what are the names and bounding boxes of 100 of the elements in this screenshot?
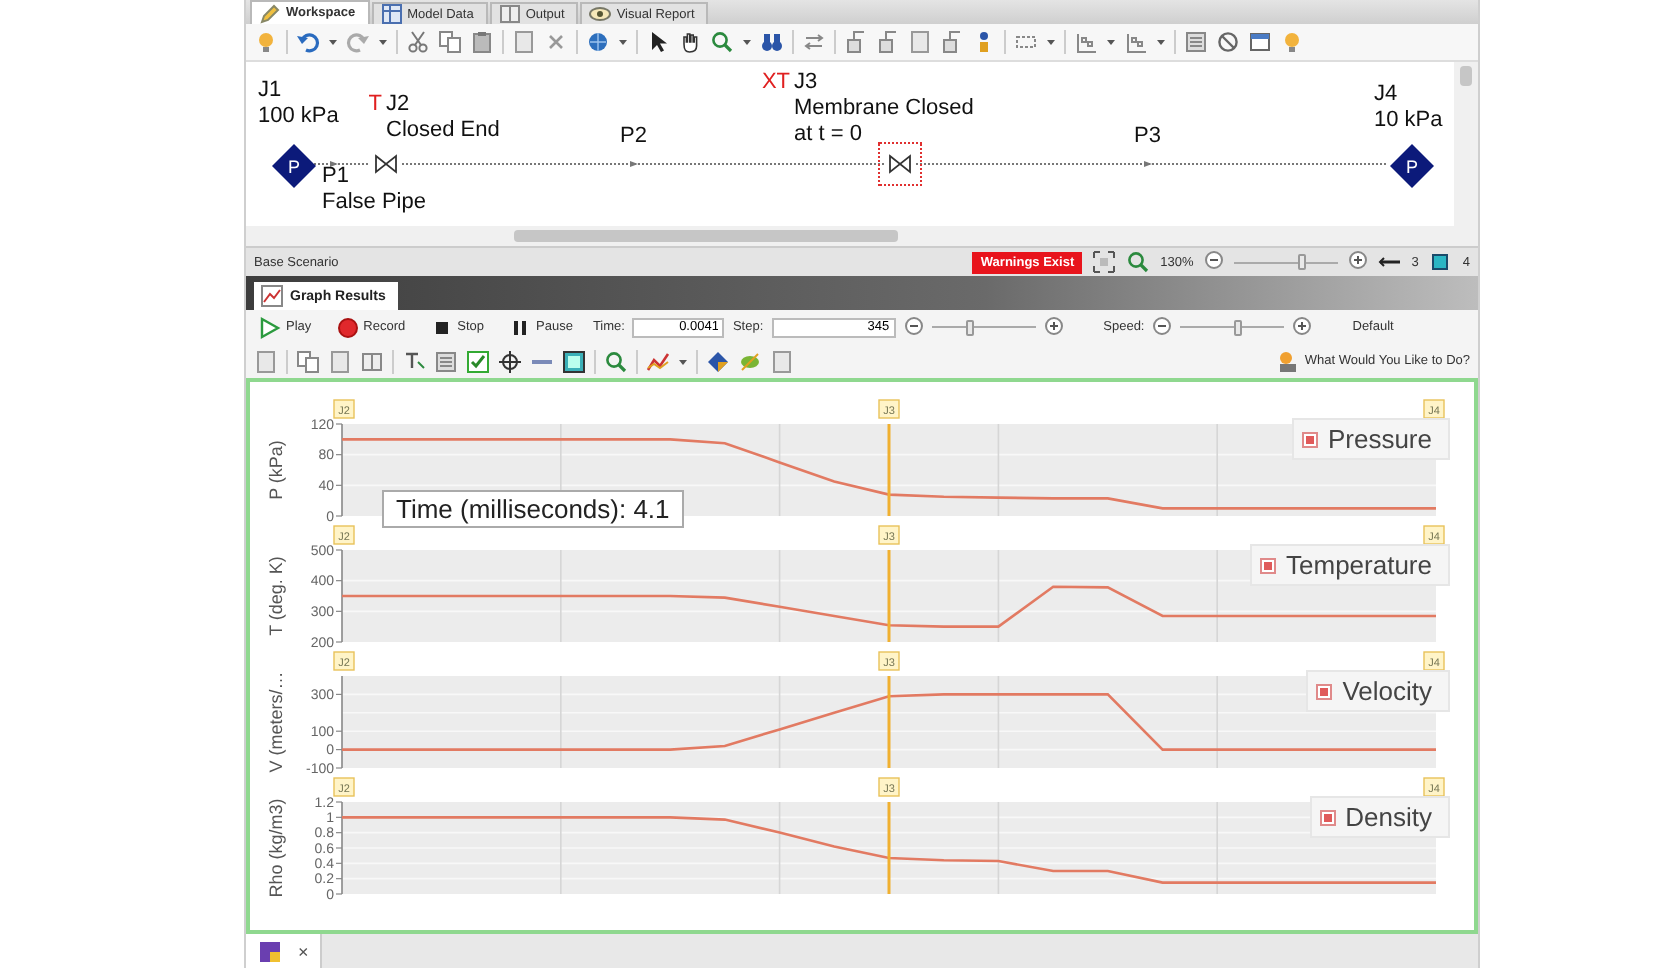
valve-icon[interactable]	[878, 142, 922, 186]
junction-label: Closed End	[386, 118, 500, 144]
zoom-icon[interactable]	[604, 349, 628, 373]
node-icon[interactable]	[876, 30, 900, 54]
play-icon	[258, 315, 282, 339]
junction-icon	[1428, 250, 1453, 274]
y-axis	[335, 801, 343, 895]
crosshair-icon[interactable]	[498, 349, 522, 373]
junction-label: J3	[794, 70, 818, 94]
pipe-label: False Pipe	[322, 190, 426, 216]
blocked-icon[interactable]	[1216, 30, 1240, 54]
fit-icon[interactable]	[1092, 250, 1117, 274]
pipe-line[interactable]	[915, 161, 1389, 167]
flag-label: T	[368, 92, 382, 118]
leaf-icon[interactable]	[738, 349, 762, 373]
junction-label: at t = 0	[794, 122, 864, 148]
checkbox[interactable]	[1319, 809, 1336, 825]
axis-title: V (meters/…	[266, 671, 286, 773]
chart-icon[interactable]	[646, 349, 670, 373]
dashed-box-icon[interactable]	[1014, 30, 1038, 54]
slider-track[interactable]	[1233, 254, 1338, 270]
y-axis	[335, 549, 343, 643]
page-icon[interactable]	[908, 30, 932, 54]
redo-icon[interactable]	[346, 30, 370, 54]
table-icon	[379, 2, 404, 26]
pump-node[interactable]: P	[1388, 142, 1436, 190]
window-icon[interactable]	[1248, 30, 1272, 54]
checkbox[interactable]	[1316, 683, 1333, 699]
delete-icon[interactable]	[544, 30, 568, 54]
copy-icon[interactable]	[296, 349, 320, 373]
document-tab[interactable]: ×	[246, 934, 323, 968]
page-icon[interactable]	[254, 349, 278, 373]
legend-label: Temperature	[1286, 550, 1432, 580]
eye-icon	[588, 2, 613, 26]
pointer-icon[interactable]	[646, 30, 670, 54]
checkbox[interactable]	[1260, 557, 1277, 573]
pump-node[interactable]: P	[270, 142, 318, 190]
junction-label: J4	[1374, 82, 1398, 106]
scrollbar[interactable]	[1454, 62, 1478, 246]
junction-label: J1	[258, 78, 282, 102]
text-icon[interactable]	[402, 349, 426, 373]
minus-icon[interactable]	[903, 315, 924, 339]
slider-track[interactable]	[931, 319, 1036, 335]
legend-label: Pressure	[1327, 424, 1432, 454]
arrows-icon[interactable]	[802, 30, 826, 54]
plus-icon[interactable]	[1043, 315, 1064, 339]
page-icon[interactable]	[770, 349, 794, 373]
pipe-label: P1	[322, 164, 351, 190]
document-icon	[258, 939, 282, 963]
minus-icon[interactable]	[1152, 315, 1173, 339]
axis-title: Rho (kg/m3)	[266, 798, 286, 898]
checkbox[interactable]	[1301, 431, 1318, 447]
junction-label: J2	[386, 92, 410, 116]
list-icon[interactable]	[1184, 30, 1208, 54]
page-icon[interactable]	[512, 30, 536, 54]
pipe-label: P3	[1134, 124, 1161, 150]
undo-icon[interactable]	[296, 30, 320, 54]
page-icon[interactable]	[328, 349, 352, 373]
grid-icon[interactable]	[1074, 30, 1098, 54]
globe-icon[interactable]	[586, 30, 610, 54]
zoom-icon[interactable]	[1126, 250, 1151, 274]
screen-icon[interactable]	[562, 349, 586, 373]
paste-icon[interactable]	[470, 30, 494, 54]
slider-thumb[interactable]	[1233, 319, 1242, 335]
pause-icon	[508, 315, 532, 339]
tooltip: Time (milliseconds): 4.1	[382, 490, 684, 528]
axis-title: T (deg. K)	[266, 556, 286, 636]
node-icon[interactable]	[940, 30, 964, 54]
checkbox-icon[interactable]	[466, 349, 490, 373]
columns-icon[interactable]	[360, 349, 384, 373]
binoculars-icon[interactable]	[760, 30, 784, 54]
pipe-line[interactable]	[401, 161, 885, 167]
hand-icon[interactable]	[678, 30, 702, 54]
slider-track[interactable]	[1180, 319, 1285, 335]
slider-thumb[interactable]	[1297, 254, 1306, 270]
slider-thumb[interactable]	[966, 319, 975, 335]
grid-icon[interactable]	[1124, 30, 1148, 54]
junction-label: 100 kPa	[258, 104, 339, 130]
plus-icon[interactable]	[1292, 315, 1313, 339]
copy-icon[interactable]	[438, 30, 462, 54]
plus-icon[interactable]	[1347, 250, 1368, 274]
y-axis	[335, 423, 343, 517]
cut-icon[interactable]	[406, 30, 430, 54]
legend-label: Density	[1345, 802, 1432, 832]
close-button[interactable]: ×	[298, 941, 309, 961]
diamond-icon[interactable]	[706, 349, 730, 373]
zoom-icon[interactable]	[710, 30, 734, 54]
node-icon[interactable]	[844, 30, 868, 54]
flag-label: XT	[761, 70, 790, 96]
pipe-label: P2	[620, 124, 647, 150]
pipe-line[interactable]	[313, 161, 371, 167]
help-figure-icon	[1276, 349, 1301, 373]
junction-label: Membrane Closed	[794, 96, 974, 122]
axis-title: P (kPa)	[266, 440, 286, 500]
bulb-icon[interactable]	[1280, 30, 1304, 54]
list-icon[interactable]	[434, 349, 458, 373]
minus-icon[interactable]	[1203, 250, 1224, 274]
legend-label: Velocity	[1342, 676, 1432, 706]
bulb-icon[interactable]	[254, 30, 278, 54]
junction-label: 10 kPa	[1374, 108, 1443, 134]
